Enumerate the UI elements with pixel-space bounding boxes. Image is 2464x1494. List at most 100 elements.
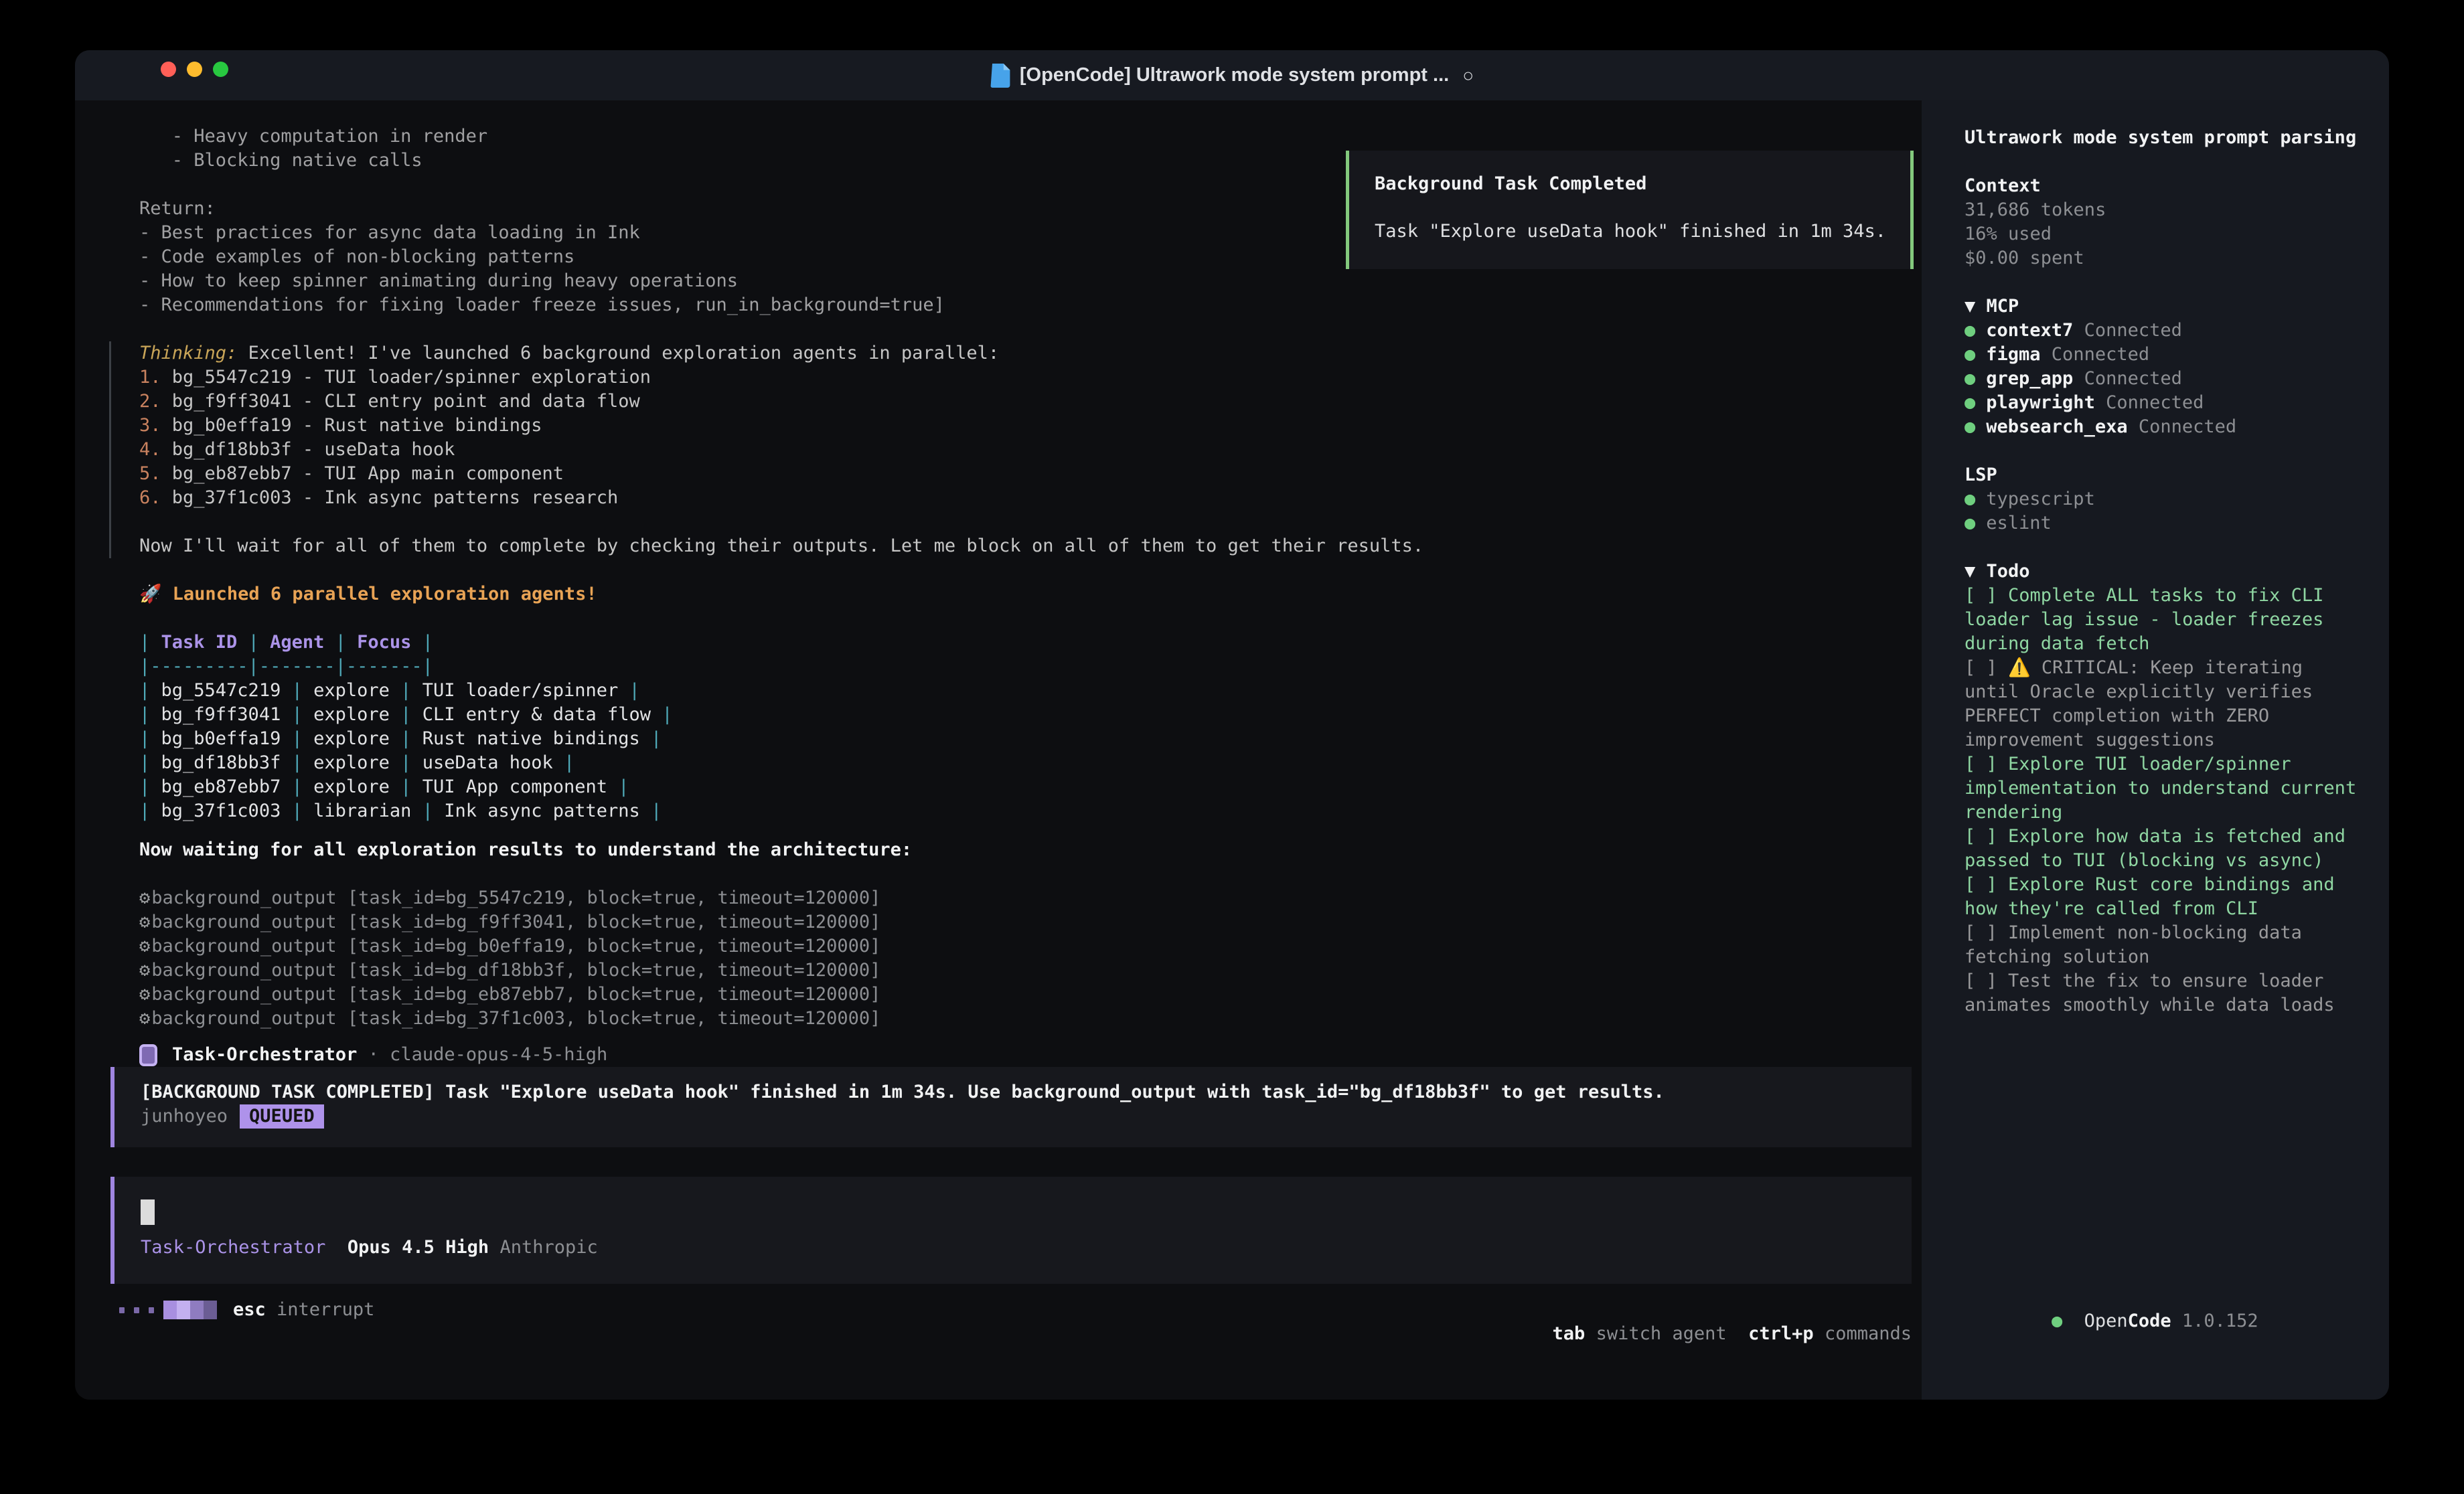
thinking-outro: Now I'll wait for all of them to complet… (139, 534, 1922, 558)
transcript-line: - How to keep spinner animating during h… (139, 269, 1922, 293)
close-button[interactable] (161, 62, 176, 77)
status-dot-icon: ● (1965, 489, 1975, 509)
announcement-line: 🚀Launched 6 parallel exploration agents! (139, 582, 1922, 606)
transcript-area[interactable]: - Heavy computation in render - Blocking… (75, 100, 1922, 1400)
queue-row: junhoyeo QUEUED (141, 1104, 1912, 1129)
thinking-label: Thinking: (139, 343, 237, 363)
notification-body: Task "Explore useData hook" finished in … (1375, 220, 1910, 244)
mcp-item: ●grep_app Connected (1965, 367, 2362, 391)
context-used: 16% used (1965, 222, 2362, 246)
gear-icon: ⚙ (139, 1008, 150, 1029)
spinner-dot-icon (149, 1307, 154, 1313)
ctrlp-key-hint: ctrl+p (1727, 1323, 1814, 1344)
todo-section-header[interactable]: ▼ Todo (1965, 560, 2362, 584)
window-title-wrap: [OpenCode] Ultrawork mode system prompt … (990, 64, 1474, 88)
context-spent: $0.00 spent (1965, 246, 2362, 270)
session-title: Ultrawork mode system prompt parsing (1965, 126, 2362, 150)
checkbox-icon: [ ] (1965, 826, 2008, 847)
warning-icon: ⚠️ (2008, 657, 2042, 678)
tool-call-line: ⚙background_output [task_id=bg_eb87ebb7,… (139, 983, 1922, 1007)
mcp-item: ●websearch_exa Connected (1965, 415, 2362, 439)
status-dot-icon: ● (2052, 1311, 2074, 1331)
list-item: 2. bg_f9ff3041 - CLI entry point and dat… (139, 390, 1922, 414)
spinner-dot-icon (119, 1307, 125, 1313)
chevron-down-icon: ▼ (1965, 296, 1987, 317)
table-row: | bg_b0effa19 | explore | Rust native bi… (139, 727, 1922, 751)
mcp-section-header[interactable]: ▼ MCP (1965, 295, 2362, 319)
context-header: Context (1965, 174, 2362, 198)
queued-user: junhoyeo (141, 1106, 228, 1127)
checkbox-icon: [ ] (1965, 754, 2008, 774)
agent-name: Task-Orchestrator (172, 1043, 357, 1067)
rocket-icon: 🚀 (139, 584, 162, 604)
agent-status-row: Task-Orchestrator · claude-opus-4-5-high (139, 1043, 1922, 1067)
checkbox-icon: [ ] (1965, 922, 2008, 943)
maximize-button[interactable] (213, 62, 228, 77)
table-row: | bg_37f1c003 | librarian | Ink async pa… (139, 799, 1922, 823)
toast-notification[interactable]: Background Task Completed Task "Explore … (1346, 151, 1914, 269)
status-dot-icon: ● (1965, 416, 1975, 437)
gear-icon: ⚙ (139, 984, 150, 1005)
transcript-line: - Heavy computation in render (139, 124, 1922, 149)
esc-key-hint: esc (233, 1298, 266, 1322)
spinner-status: esc interrupt (119, 1298, 374, 1322)
agent-icon (139, 1044, 157, 1066)
background-task-message: [BACKGROUND TASK COMPLETED] Task "Explor… (141, 1080, 1912, 1104)
todo-item: [ ] Implement non-blocking data fetching… (1965, 921, 2366, 969)
mcp-item: ●playwright Connected (1965, 391, 2362, 415)
progress-spinner-icon (163, 1301, 177, 1319)
lsp-item: ●eslint (1965, 511, 2362, 535)
file-icon (990, 64, 1010, 88)
sidebar: Ultrawork mode system prompt parsing Con… (1922, 100, 2389, 1400)
app-version: 1.0.152 (2171, 1311, 2258, 1331)
tool-call-line: ⚙background_output [task_id=bg_5547c219,… (139, 886, 1922, 910)
checkbox-icon: [ ] (1965, 585, 2008, 606)
lsp-section-header[interactable]: LSP (1965, 463, 2362, 487)
checkbox-icon: [ ] (1965, 971, 2008, 991)
minimize-button[interactable] (187, 62, 202, 77)
list-item: 1. bg_5547c219 - TUI loader/spinner expl… (139, 365, 1922, 390)
mcp-item: ●context7 Connected (1965, 319, 2362, 343)
todo-item: [ ] Test the fix to ensure loader animat… (1965, 969, 2366, 1017)
todo-item: [ ] Explore Rust core bindings and how t… (1965, 873, 2366, 921)
tool-call-line: ⚙background_output [task_id=bg_37f1c003,… (139, 1007, 1922, 1031)
todo-item: [ ] Complete ALL tasks to fix CLI loader… (1965, 584, 2366, 656)
mcp-item: ●figma Connected (1965, 343, 2362, 367)
thinking-block: Thinking: Excellent! I've launched 6 bac… (109, 341, 1922, 558)
status-badge: QUEUED (240, 1104, 324, 1129)
window-title: [OpenCode] Ultrawork mode system prompt … (1020, 64, 1449, 86)
status-bar: esc interrupt tab switch agent ctrl+p co… (75, 1298, 1922, 1322)
table-row: | bg_df18bb3f | explore | useData hook | (139, 751, 1922, 775)
waiting-line: Now waiting for all exploration results … (139, 838, 1922, 862)
status-dot-icon: ● (1965, 368, 1975, 389)
brand-name: Open (2084, 1311, 2128, 1331)
keyboard-hints: tab switch agent ctrl+p commands (1444, 1298, 1912, 1370)
spinner-dot-icon (134, 1307, 139, 1313)
progress-spinner-icon (190, 1301, 204, 1319)
status-dot-icon: ● (1965, 513, 1975, 533)
gear-icon: ⚙ (139, 912, 150, 932)
input-model-name: Opus 4.5 High (325, 1236, 489, 1260)
gear-icon: ⚙ (139, 936, 150, 957)
table-separator-row: |---------|-------|-------| (139, 655, 1922, 679)
list-item: 5. bg_eb87ebb7 - TUI App main component (139, 462, 1922, 486)
prompt-input[interactable]: Task-Orchestrator Opus 4.5 High Anthropi… (110, 1177, 1912, 1284)
tool-call-line: ⚙background_output [task_id=bg_b0effa19,… (139, 934, 1922, 959)
transcript-line: - Recommendations for fixing loader free… (139, 293, 1922, 317)
input-agent-name: Task-Orchestrator (141, 1236, 325, 1260)
gear-icon: ⚙ (139, 888, 150, 908)
todo-item: [ ] Explore TUI loader/spinner implement… (1965, 752, 2366, 825)
list-item: 3. bg_b0effa19 - Rust native bindings (139, 414, 1922, 438)
progress-spinner-icon (177, 1301, 190, 1319)
status-dot-icon: ● (1965, 392, 1975, 413)
list-item: 6. bg_37f1c003 - Ink async patterns rese… (139, 486, 1922, 510)
todo-item: [ ] ⚠️ CRITICAL: Keep iterating until Or… (1965, 656, 2366, 752)
agent-selector[interactable]: Task-Orchestrator Opus 4.5 High Anthropi… (141, 1236, 1912, 1260)
table-row: | bg_5547c219 | explore | TUI loader/spi… (139, 679, 1922, 703)
proxy-circle-icon: ○ (1462, 65, 1474, 86)
table-header-row: | Task ID | Agent | Focus | (139, 631, 1922, 655)
lsp-item: ●typescript (1965, 487, 2362, 511)
tab-key-hint: tab (1553, 1323, 1586, 1344)
checkbox-icon: [ ] (1965, 874, 2008, 895)
traffic-lights (161, 62, 228, 77)
